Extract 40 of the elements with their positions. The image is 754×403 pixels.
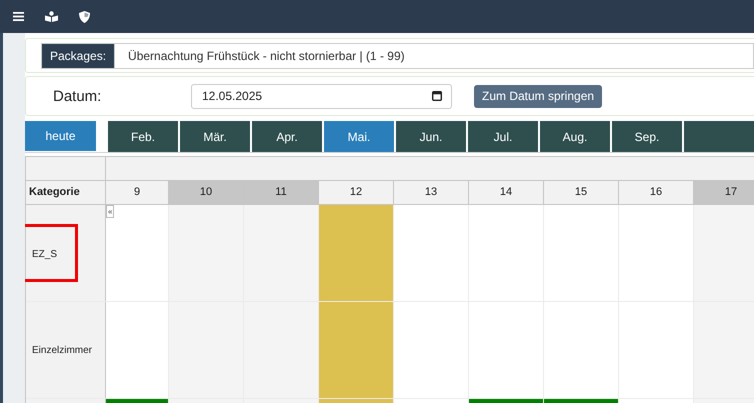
day-cell[interactable] xyxy=(169,302,244,398)
day-header: 12 xyxy=(319,181,394,204)
day-cell[interactable] xyxy=(319,302,394,398)
day-header: 14 xyxy=(469,181,544,204)
column-header: Kategorie xyxy=(26,181,106,204)
day-cell[interactable] xyxy=(319,205,394,301)
packages-label: Packages: xyxy=(41,42,116,68)
menu-icon[interactable] xyxy=(13,12,24,21)
day-header: 16 xyxy=(619,181,694,204)
today-button[interactable]: heute xyxy=(25,121,96,151)
month-tab[interactable]: Aug. xyxy=(540,121,610,152)
category-label: Einzelzimmer xyxy=(32,344,92,356)
day-cell[interactable] xyxy=(169,205,244,301)
day-cell[interactable] xyxy=(694,205,754,301)
day-header: 9 xyxy=(106,181,169,204)
book-reader-icon[interactable] xyxy=(45,11,58,22)
month-tab[interactable] xyxy=(684,121,754,152)
month-tab[interactable]: Jul. xyxy=(468,121,538,152)
day-cell[interactable] xyxy=(244,205,319,301)
category-label: EZ_S xyxy=(32,249,58,260)
previous-button[interactable]: « xyxy=(106,205,114,218)
date-field[interactable]: 12.05.2025 xyxy=(191,84,452,108)
day-header: 10 xyxy=(169,181,244,204)
day-header: 13 xyxy=(394,181,469,204)
date-label: Datum: xyxy=(53,88,102,104)
packages-select[interactable]: Übernachtung Frühstück - nicht stornierbar | (1 - 99) xyxy=(115,42,754,68)
month-tab[interactable]: Jun. xyxy=(396,121,466,152)
day-cell[interactable] xyxy=(244,302,319,398)
month-tab[interactable]: Mär. xyxy=(180,121,250,152)
calendar-icon[interactable] xyxy=(432,91,442,101)
month-tab[interactable]: Apr. xyxy=(252,121,322,152)
day-cell[interactable]: « xyxy=(106,205,169,301)
day-header: 15 xyxy=(544,181,619,204)
shield-icon[interactable] xyxy=(79,10,90,22)
month-tab[interactable]: Feb. xyxy=(108,121,178,152)
month-tab[interactable]: Mai. xyxy=(324,121,394,152)
jump-to-date-button[interactable]: Zum Datum springen xyxy=(474,84,602,108)
day-header: 17 xyxy=(694,181,754,204)
month-tab[interactable]: Sep. xyxy=(612,121,682,152)
day-header: 11 xyxy=(244,181,319,204)
